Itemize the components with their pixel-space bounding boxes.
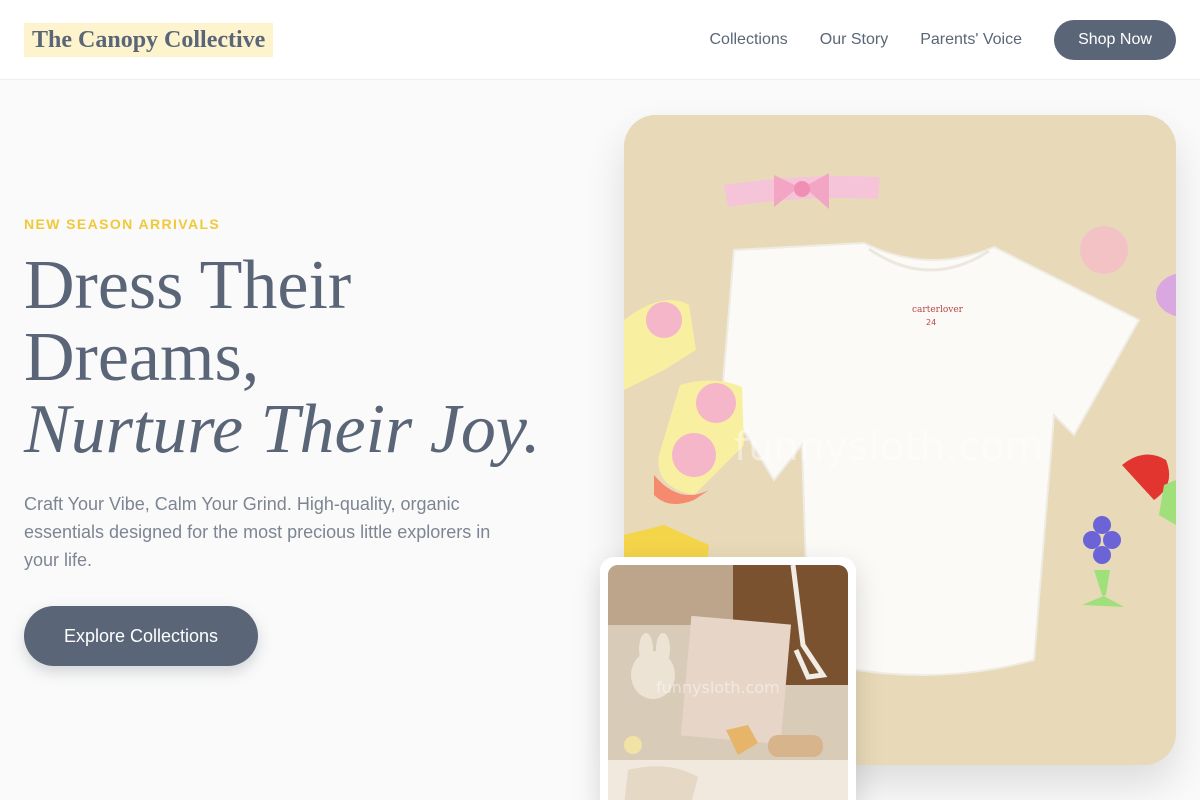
hero-subtext: Craft Your Vibe, Calm Your Grind. High-q… [24,494,491,570]
shop-now-button[interactable]: Shop Now [1054,20,1176,60]
shirt-tag-size: 24 [926,318,936,327]
nav-link-parents-voice[interactable]: Parents' Voice [920,20,1022,60]
explore-collections-button[interactable]: Explore Collections [24,606,258,666]
headline-line-3: Nurture Their Joy. [24,391,541,468]
brand-logo[interactable]: The Canopy Collective [24,23,274,57]
hero-inset-image: funnysloth.com [608,565,848,800]
shirt-tag-brand: carterlover [912,305,964,315]
inset-image-watermark: funnysloth.com [656,678,780,697]
gift-set-illustration: funnysloth.com [608,565,848,800]
hero-headline: Dress Their Dreams, Nurture Their Joy. [24,250,604,466]
hero-eyebrow: NEW SEASON ARRIVALS [24,216,221,232]
site-header: The Canopy Collective Collections Our St… [0,0,1200,80]
nav-link-our-story[interactable]: Our Story [820,20,888,60]
headline-line-2: Dreams, [24,319,260,396]
nav-link-collections[interactable]: Collections [709,20,787,60]
hero-inset-card: funnysloth.com [600,557,856,800]
main-nav: Collections Our Story Parents' Voice Sho… [709,20,1176,60]
main-image-watermark: funnysloth.com [734,424,1043,470]
headline-line-1: Dress Their [24,247,352,324]
